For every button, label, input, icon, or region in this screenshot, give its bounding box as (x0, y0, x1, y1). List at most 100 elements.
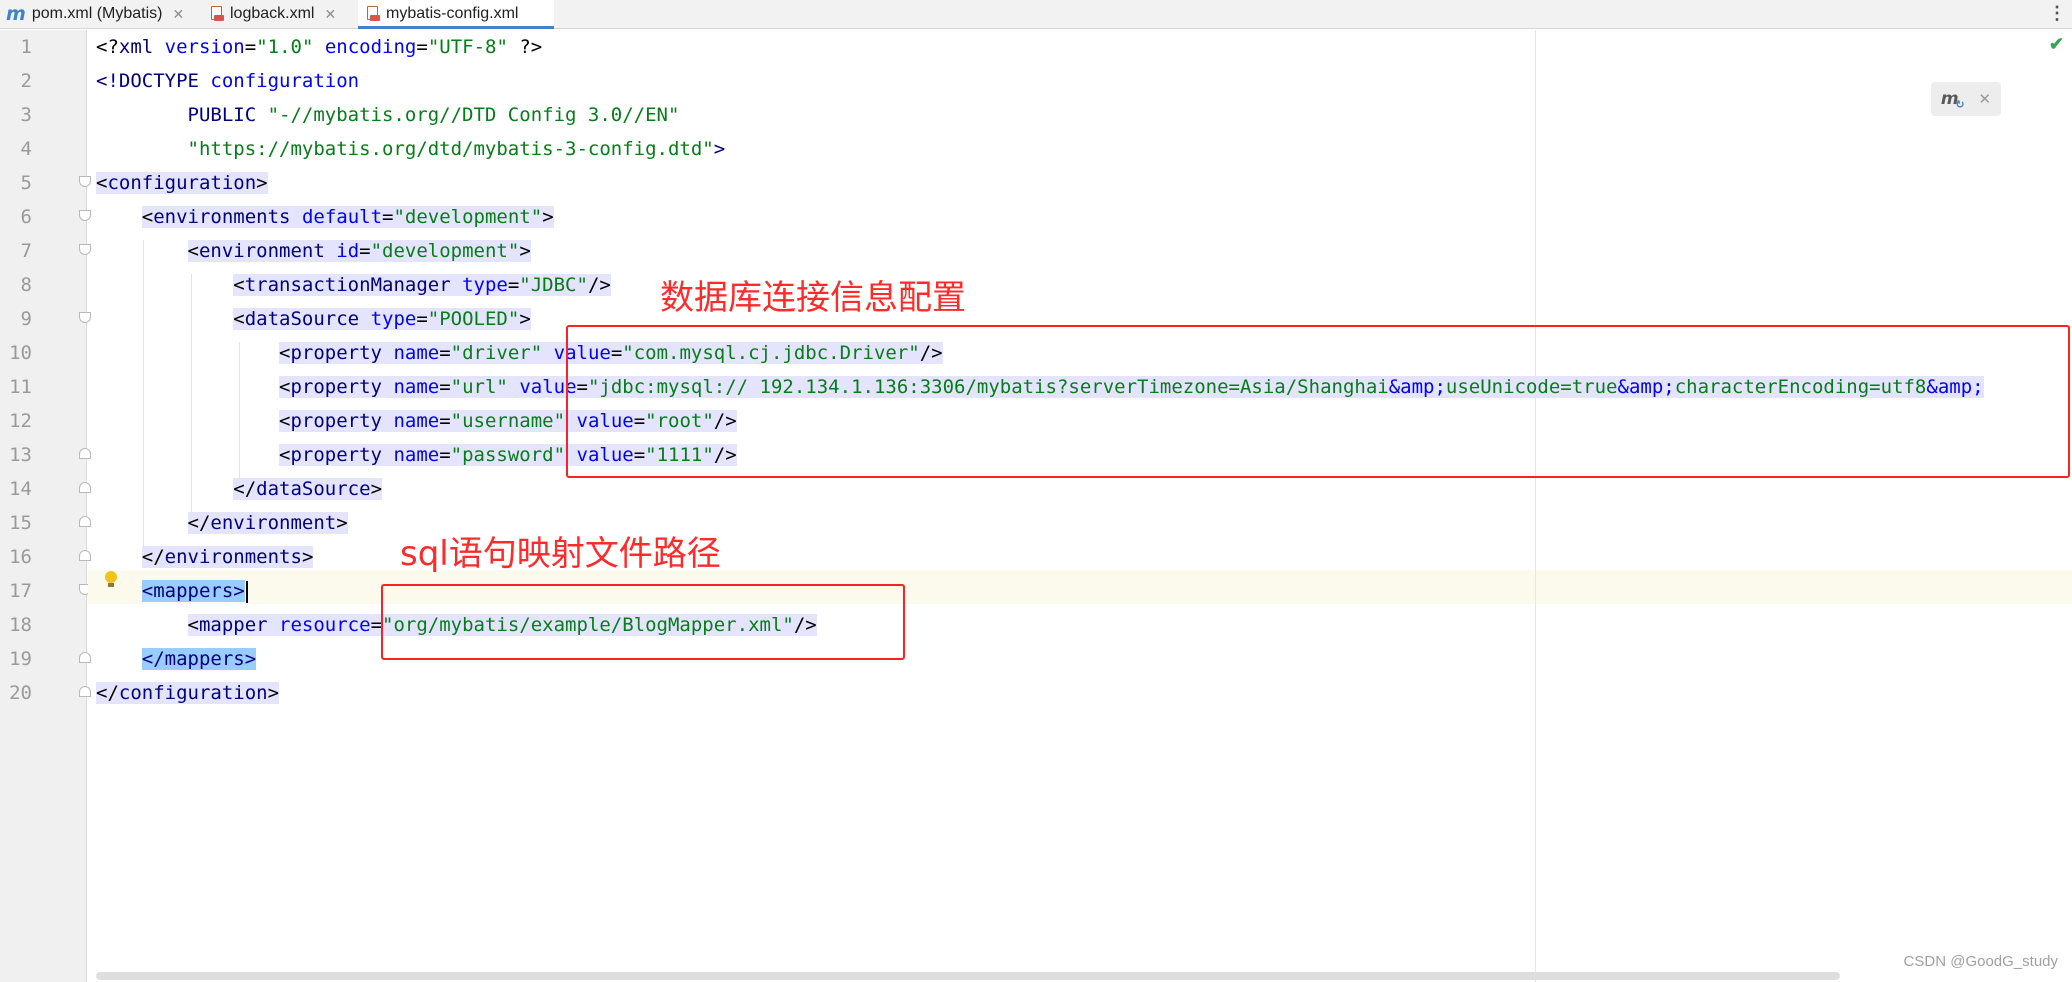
fold-marker-icon[interactable] (79, 210, 91, 221)
token: dataSource (244, 308, 371, 330)
token: type (462, 274, 508, 296)
token: "https://mybatis.org/dtd/mybatis-3-confi… (187, 138, 714, 160)
code-line-16[interactable]: </environments> (96, 540, 314, 574)
token: < (96, 172, 108, 194)
line-number: 11 (9, 376, 32, 398)
tab-pom-xml[interactable]: m pom.xml (Mybatis) ✕ (6, 0, 192, 28)
horizontal-scrollbar[interactable] (96, 972, 1840, 980)
fold-marker-icon[interactable] (79, 482, 91, 493)
line-number: 5 (20, 172, 32, 194)
token: </ (96, 682, 119, 704)
token: name (393, 410, 440, 432)
line-number: 7 (20, 240, 32, 262)
token: > (370, 478, 383, 500)
token: transactionManager (244, 274, 463, 296)
checkmark-icon[interactable]: ✔ (2049, 34, 2064, 55)
fold-marker-icon[interactable] (79, 652, 91, 663)
token: = (244, 36, 257, 58)
token: < (279, 376, 291, 398)
fold-marker-icon[interactable] (79, 448, 91, 459)
tab-mybatis-config-xml[interactable]: mybatis-config.xml (358, 0, 554, 29)
line-number: 17 (9, 580, 32, 602)
tab-logback-xml[interactable]: logback.xml ✕ (210, 0, 350, 28)
line-number: 9 (20, 308, 32, 330)
token: > (519, 308, 531, 330)
token: = (416, 36, 428, 58)
token: name (393, 376, 440, 398)
code-line-15[interactable]: </environment> (96, 506, 348, 540)
token: </mappers> (141, 648, 257, 670)
token: id (336, 240, 360, 262)
token: "UTF-8" (427, 36, 508, 58)
text-caret (245, 580, 248, 603)
code-line-6[interactable]: <environments default="development"> (96, 200, 554, 234)
fold-marker-icon[interactable] (79, 244, 91, 255)
token: > (267, 682, 280, 704)
code-line-7[interactable]: <environment id="development"> (96, 234, 531, 268)
token: </ (233, 478, 257, 500)
maven-load-changes-popup[interactable]: m ↻ ✕ (1931, 82, 2001, 116)
token: < (279, 410, 291, 432)
code-line-4[interactable]: "https://mybatis.org/dtd/mybatis-3-confi… (96, 132, 726, 166)
close-icon[interactable]: ✕ (173, 6, 185, 23)
code-line-8[interactable]: <transactionManager type="JDBC"/> (96, 268, 611, 302)
code-line-17[interactable]: <mappers> (96, 574, 248, 608)
token: <mappers> (141, 580, 245, 602)
token: property (290, 444, 394, 466)
token: default (301, 206, 383, 228)
line-number: 4 (20, 138, 32, 160)
token: "development" (393, 206, 543, 228)
line-number: 3 (20, 104, 32, 126)
token: > (336, 512, 348, 534)
token: > (713, 138, 726, 160)
code-line-14[interactable]: </dataSource> (96, 472, 383, 506)
token: xml (118, 36, 165, 58)
code-line-2[interactable]: <!DOCTYPE configuration (96, 64, 359, 98)
line-number: 13 (9, 444, 32, 466)
fold-marker-icon[interactable] (79, 176, 91, 187)
xml-file-icon (366, 6, 380, 22)
code-line-20[interactable]: </configuration> (96, 676, 280, 710)
token: property (290, 342, 394, 364)
token: = (439, 376, 451, 398)
line-number: 6 (20, 206, 32, 228)
more-vertical-icon[interactable]: ⋮ (2048, 2, 2066, 24)
token: environments (153, 206, 302, 228)
token: < (187, 240, 199, 262)
token: configuration (118, 682, 268, 704)
fold-marker-icon[interactable] (79, 516, 91, 527)
token: PUBLIC (96, 104, 268, 126)
tab-label: mybatis-config.xml (386, 5, 519, 22)
line-number: 1 (20, 36, 32, 58)
code-line-5[interactable]: <configuration> (96, 166, 268, 200)
line-number: 16 (9, 546, 32, 568)
code-line-3[interactable]: PUBLIC "-//mybatis.org//DTD Config 3.0//… (96, 98, 680, 132)
watermark: CSDN @GoodG_study (1903, 953, 2058, 970)
token: resource (279, 614, 371, 636)
line-number: 2 (20, 70, 32, 92)
token: environments (164, 546, 302, 568)
code-line-9[interactable]: <dataSource type="POOLED"> (96, 302, 531, 336)
code-line-1[interactable]: <?xml version="1.0" encoding="UTF-8" ?> (96, 30, 542, 64)
token: = (439, 342, 451, 364)
maven-refresh-icon[interactable]: m ↻ (1941, 89, 1965, 111)
close-icon[interactable]: ✕ (1978, 90, 1991, 108)
token: property (290, 376, 394, 398)
fold-marker-icon[interactable] (79, 686, 91, 697)
token: < (279, 342, 291, 364)
line-number: 8 (20, 274, 32, 296)
fold-marker-icon[interactable] (79, 550, 91, 561)
token: "1.0" (256, 36, 314, 58)
fold-marker-icon[interactable] (79, 312, 91, 323)
close-icon[interactable]: ✕ (324, 6, 336, 23)
code-line-19[interactable]: </mappers> (96, 642, 257, 676)
